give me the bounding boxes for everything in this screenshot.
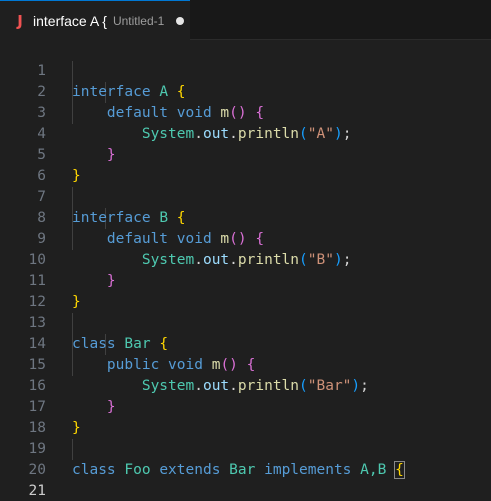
code-editor[interactable]: J interface A { Untitled-1 1 interface A… xyxy=(0,0,491,501)
editor-tab[interactable]: J interface A { Untitled-1 xyxy=(0,0,190,40)
tab-description: Untitled-1 xyxy=(112,13,165,28)
code-line[interactable]: 19 class Foo extends Bar implements A,B … xyxy=(0,418,491,479)
code-line[interactable]: 12 xyxy=(0,271,491,310)
code-area[interactable]: 1 interface A { 2 default void m() { 3 S… xyxy=(0,40,491,499)
code-line[interactable]: 6 xyxy=(0,145,491,184)
code-line[interactable]: 5 } xyxy=(0,124,491,184)
code-line[interactable]: 1 interface A { xyxy=(0,40,491,100)
code-line[interactable]: 17 } xyxy=(0,376,491,436)
code-line[interactable]: 16 } xyxy=(0,355,491,415)
code-line[interactable]: 15 System.out.println("Bar"); xyxy=(0,334,491,394)
code-line[interactable]: 10 } xyxy=(0,229,491,289)
code-line[interactable]: 13 class Bar { xyxy=(0,292,491,352)
code-line[interactable]: 4 } xyxy=(0,103,491,163)
code-line[interactable]: 11 } xyxy=(0,250,491,310)
code-line[interactable]: 8 default void m() { xyxy=(0,187,491,247)
code-line[interactable]: 18 xyxy=(0,397,491,436)
code-line[interactable]: 3 System.out.println("A"); xyxy=(0,82,491,142)
code-line[interactable]: 9 System.out.println("B"); xyxy=(0,208,491,268)
unsaved-dot-icon[interactable] xyxy=(176,16,185,25)
code-line[interactable]: 7 interface B { xyxy=(0,166,491,226)
code-line[interactable]: 21 } xyxy=(0,460,491,499)
line-number: 21 xyxy=(28,483,46,499)
tab-title: interface A { xyxy=(33,12,107,29)
code-line[interactable]: 2 default void m() { xyxy=(0,61,491,121)
code-line[interactable]: 20 xyxy=(0,439,491,478)
tab-bar: J interface A { Untitled-1 xyxy=(0,0,491,40)
code-line[interactable]: 14 public void m() { xyxy=(0,313,491,373)
java-file-icon: J xyxy=(17,11,23,30)
